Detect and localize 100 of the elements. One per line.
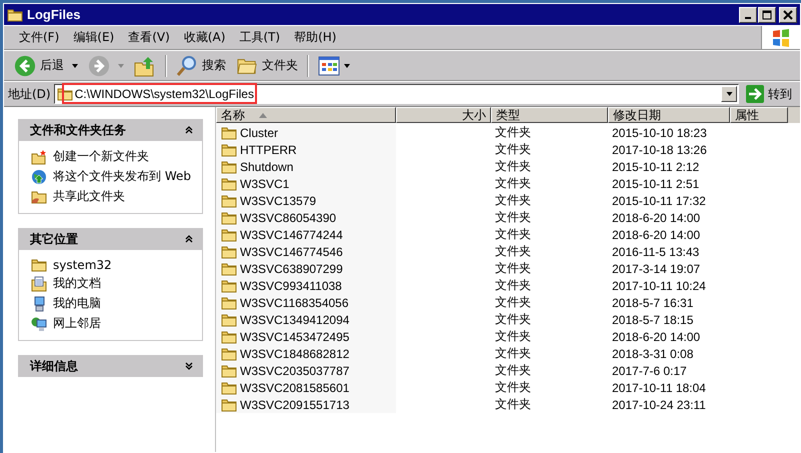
task-link[interactable]: 创建一个新文件夹 [53,149,149,163]
table-cell: 2015-10-11 2:12 [612,160,700,174]
task-link[interactable]: 我的电脑 [53,296,101,310]
folder-icon [221,176,237,190]
address-field[interactable]: C:\WINDOWS\system32\LogFiles [54,84,739,104]
task-link[interactable]: 我的文档 [53,276,101,290]
panel-header[interactable]: 详细信息 [18,355,203,377]
table-cell: 2017-10-24 23:11 [612,398,706,412]
table-cell: 文件夹 [495,345,531,362]
search-button[interactable]: 搜索 [172,52,230,78]
panel-header[interactable]: 其它位置 [18,228,203,250]
table-cell: 文件夹 [495,396,531,413]
table-cell: 2015-10-11 2:51 [612,176,700,190]
table-cell: 2017-10-11 18:04 [612,380,706,394]
folder-icon [31,258,47,272]
table-cell: 文件夹 [495,209,531,226]
maximize-icon [762,10,772,20]
dropdown-arrow-icon [118,64,124,68]
minimize-button[interactable] [739,6,757,22]
column-header[interactable]: 名称 [216,107,396,123]
table-cell: 文件夹 [495,328,531,345]
folder-icon [221,244,237,258]
close-button[interactable] [779,6,797,22]
folder-icon [221,330,237,344]
table-cell: 文件夹 [495,294,531,311]
go-arrow-icon [746,85,764,103]
table-cell: 文件夹 [495,124,531,141]
table-cell: 文件夹 [495,243,531,260]
folder-up-icon [134,54,156,76]
caret-icon [726,92,732,96]
table-cell: 2017-7-6 0:17 [612,364,687,378]
menu-item[interactable]: 收藏(A) [176,29,232,46]
folder-icon [221,346,237,360]
table-cell: 2018-6-20 14:00 [612,228,700,242]
table-cell: 2017-3-14 19:07 [612,262,700,276]
table-cell: 2018-3-31 0:08 [612,346,694,360]
folder-icon [221,296,237,310]
task-link[interactable]: 将这个文件夹发布到 Web [53,169,191,183]
folder-icon [221,364,237,378]
window-title: LogFiles [27,7,80,22]
table-cell: 2017-10-11 10:24 [612,278,706,292]
column-header[interactable]: 大小 [396,107,491,123]
table-cell: 文件夹 [495,379,531,396]
new-folder-icon [31,149,47,165]
menu-item[interactable]: 文件(F) [12,29,66,46]
folder-icon [221,142,237,156]
caret-icon [344,64,350,68]
table-cell: 文件夹 [495,311,531,328]
column-header[interactable]: 属性 [730,107,788,123]
minimize-icon [745,17,751,19]
table-cell: 2018-5-7 16:31 [612,296,694,310]
table-cell: 2018-5-7 18:15 [612,312,694,326]
folder-icon [7,8,23,22]
folders-button[interactable]: 文件夹 [232,52,302,78]
back-button[interactable]: 后退 [10,52,68,78]
folder-icon [221,210,237,224]
table-cell: 文件夹 [495,158,531,175]
go-button[interactable]: 转到 [742,85,796,103]
menu-item[interactable]: 工具(T) [232,29,288,46]
table-cell: 文件夹 [495,192,531,209]
column-header[interactable]: 修改日期 [608,107,730,123]
globe-icon [31,169,47,185]
folder-icon [221,160,237,174]
table-cell: 文件夹 [495,226,531,243]
panel-header[interactable]: 文件和文件夹任务 [18,119,203,141]
folder-icon [221,380,237,394]
table-cell: 2018-6-20 14:00 [612,210,700,224]
network-icon [31,316,47,332]
file-name[interactable]: Cluster [240,126,278,140]
task-link[interactable]: 网上邻居 [53,316,101,330]
column-header[interactable]: 类型 [491,107,608,123]
views-icon [318,56,340,76]
table-cell: 文件夹 [495,141,531,158]
task-link[interactable]: 共享此文件夹 [53,189,125,203]
folder-icon [221,228,237,242]
folder-icon [221,194,237,208]
task-link[interactable]: system32 [53,258,112,272]
documents-icon [31,276,47,292]
table-cell: 2018-6-20 14:00 [612,330,700,344]
menu-item[interactable]: 帮助(H) [287,29,344,46]
table-cell: 2015-10-11 17:32 [612,194,706,208]
table-cell: 文件夹 [495,260,531,277]
search-icon [176,54,198,76]
maximize-button[interactable] [758,6,776,22]
folder-icon [221,398,237,412]
dropdown-arrow-icon[interactable] [72,64,78,68]
folder-icon [221,262,237,276]
table-cell: 文件夹 [495,362,531,379]
shared-folder-icon [31,189,47,205]
menu-item[interactable]: 编辑(E) [66,29,122,46]
dropdown-button[interactable] [721,86,737,102]
table-cell: 2015-10-10 18:23 [612,126,707,140]
menu-item[interactable]: 查看(V) [121,29,177,46]
table-cell: 2017-10-18 13:26 [612,142,707,156]
table-cell: 文件夹 [495,277,531,294]
table-cell: 2016-11-5 13:43 [612,244,700,258]
folder-icon [221,126,237,140]
folder-icon [221,278,237,292]
folder-icon [221,312,237,326]
close-icon [783,10,793,20]
